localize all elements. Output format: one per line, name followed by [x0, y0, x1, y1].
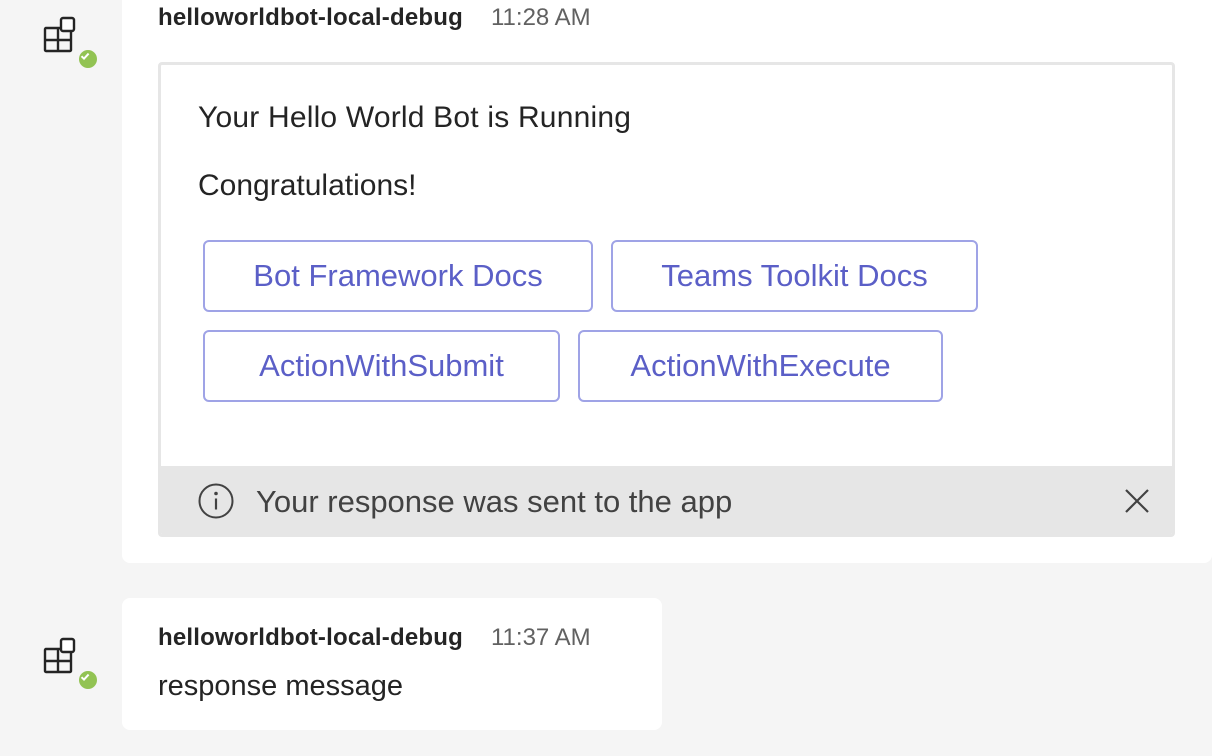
response-status-bar: Your response was sent to the app	[161, 466, 1172, 534]
presence-available-icon	[76, 47, 100, 71]
response-status-text: Your response was sent to the app	[256, 484, 733, 519]
message-timestamp: 11:28 AM	[490, 4, 591, 31]
message-text: response message	[158, 670, 404, 702]
app-icon	[43, 637, 76, 674]
card-text: Congratulations!	[198, 169, 417, 202]
message-bubble: helloworldbot-local-debug 11:37 AM respo…	[122, 598, 662, 730]
adaptive-card: Your Hello World Bot is Running Congratu…	[158, 62, 1175, 537]
sender-name: helloworldbot-local-debug	[158, 624, 463, 651]
message-header: helloworldbot-local-debug 11:28 AM	[158, 4, 591, 32]
bot-avatar[interactable]	[40, 16, 102, 74]
sender-name: helloworldbot-local-debug	[158, 4, 463, 31]
bot-framework-docs-button[interactable]: Bot Framework Docs	[203, 240, 593, 312]
presence-available-icon	[76, 668, 100, 692]
action-with-submit-button[interactable]: ActionWithSubmit	[203, 330, 560, 402]
action-with-execute-button[interactable]: ActionWithExecute	[578, 330, 943, 402]
card-title: Your Hello World Bot is Running	[198, 101, 632, 134]
message-timestamp: 11:37 AM	[490, 624, 591, 651]
message-header: helloworldbot-local-debug 11:37 AM	[158, 624, 591, 652]
info-icon	[198, 483, 234, 519]
teams-toolkit-docs-button[interactable]: Teams Toolkit Docs	[611, 240, 978, 312]
close-icon[interactable]	[1122, 486, 1152, 516]
message-bubble: helloworldbot-local-debug 11:28 AM Your …	[122, 0, 1212, 563]
app-icon	[43, 16, 76, 53]
bot-avatar[interactable]	[40, 637, 102, 695]
